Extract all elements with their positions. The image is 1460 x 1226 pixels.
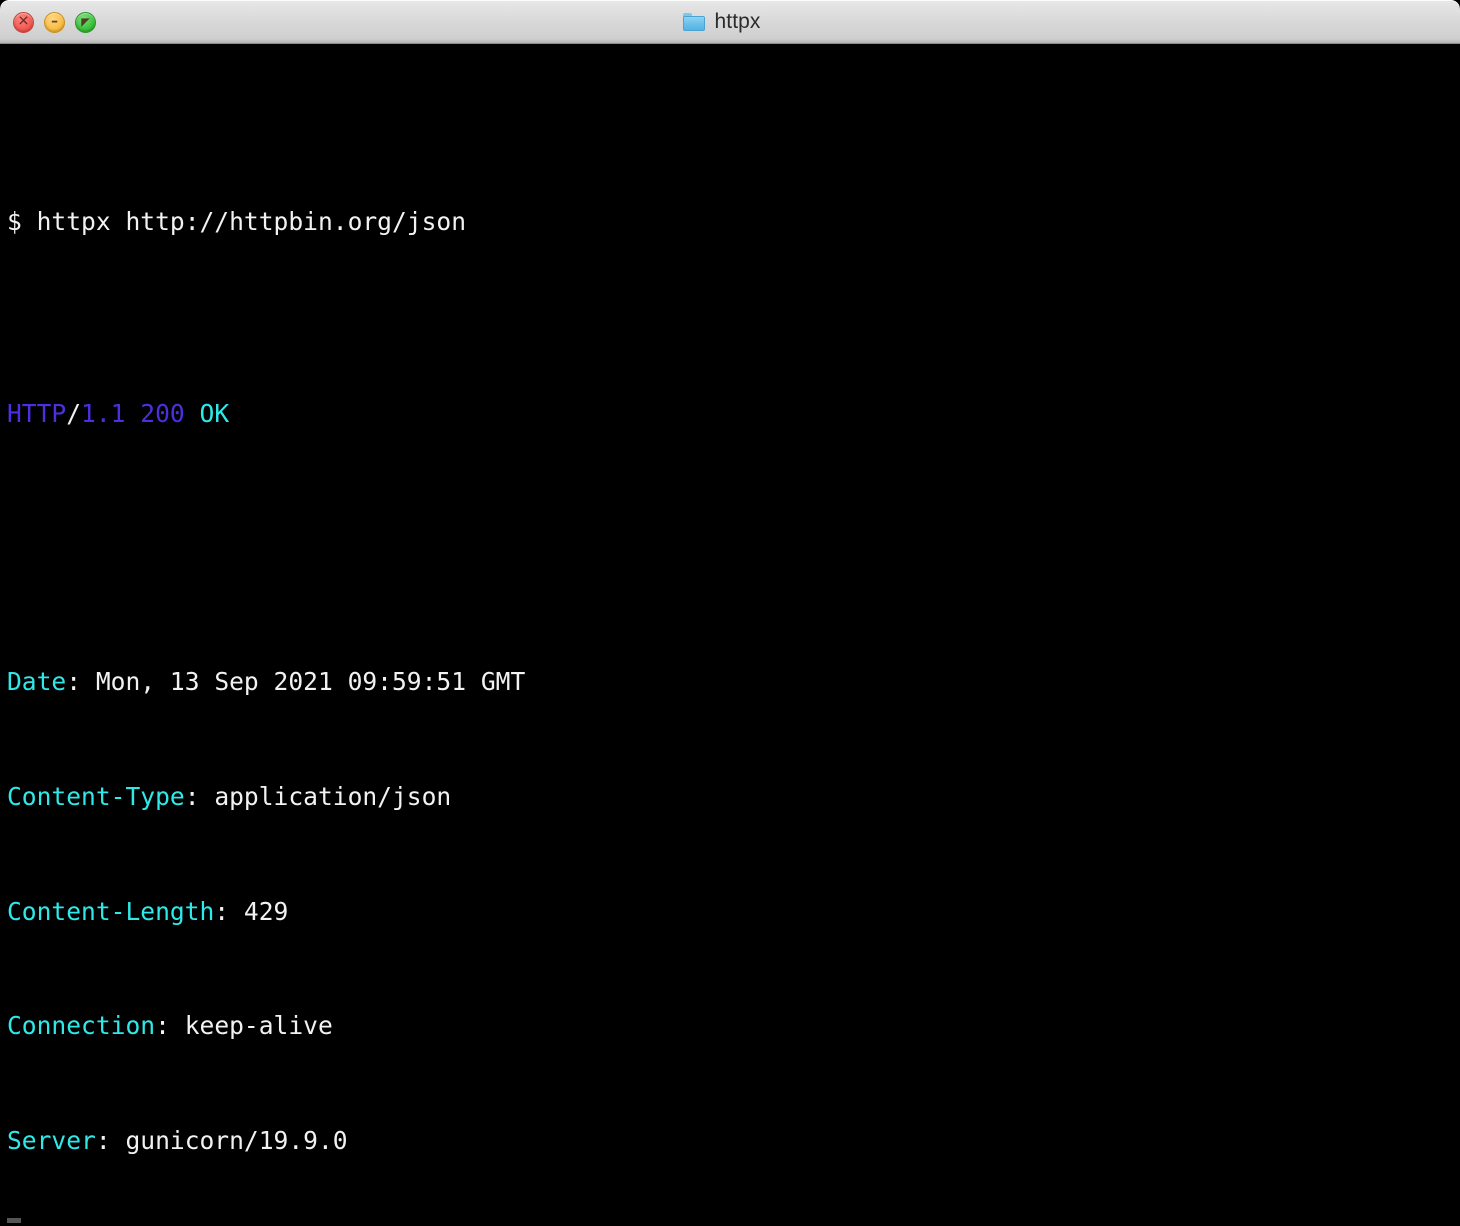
header-row: Content-Type: application/json <box>7 778 1460 816</box>
http-version-code: 1.1 200 <box>81 399 185 428</box>
http-reason: OK <box>200 399 230 428</box>
window-title-area: httpx <box>683 10 760 34</box>
minimize-icon: – <box>51 15 58 29</box>
header-name: Date <box>7 667 66 696</box>
command-text: httpx http://httpbin.org/json <box>37 207 466 236</box>
http-headers: Date: Mon, 13 Sep 2021 09:59:51 GMT Cont… <box>7 586 1460 1226</box>
header-name: Connection <box>7 1011 155 1040</box>
header-separator: : <box>185 782 215 811</box>
header-value: keep-alive <box>185 1011 333 1040</box>
header-name: Server <box>7 1126 96 1155</box>
header-value: 429 <box>244 897 288 926</box>
header-separator: : <box>155 1011 185 1040</box>
header-value: gunicorn/19.9.0 <box>125 1126 347 1155</box>
header-row: Content-Length: 429 <box>7 893 1460 931</box>
folder-icon <box>683 13 705 31</box>
http-slash: / <box>66 399 81 428</box>
maximize-icon: ◤ <box>81 16 89 27</box>
header-value: Mon, 13 Sep 2021 09:59:51 GMT <box>96 667 525 696</box>
header-separator: : <box>214 897 244 926</box>
terminal-window: ✕ – ◤ httpx $ httpx http://httpbin.org/j… <box>0 0 1460 1226</box>
http-status-line: HTTP/1.1 200 OK <box>7 395 1460 433</box>
minimize-window-button[interactable]: – <box>44 12 65 33</box>
window-title-label: httpx <box>714 10 760 34</box>
maximize-window-button[interactable]: ◤ <box>75 12 96 33</box>
terminal-cursor <box>7 1218 21 1223</box>
terminal-content[interactable]: $ httpx http://httpbin.org/json HTTP/1.1… <box>0 44 1460 1226</box>
close-window-button[interactable]: ✕ <box>13 12 34 33</box>
terminal-output: $ httpx http://httpbin.org/json HTTP/1.1… <box>7 50 1460 1226</box>
header-row: Server: gunicorn/19.9.0 <box>7 1122 1460 1160</box>
window-titlebar: ✕ – ◤ httpx <box>0 0 1460 44</box>
prompt-line: $ httpx http://httpbin.org/json <box>7 203 1460 241</box>
window-controls: ✕ – ◤ <box>13 0 96 44</box>
header-separator: : <box>66 667 96 696</box>
header-name: Content-Length <box>7 897 214 926</box>
header-row: Connection: keep-alive <box>7 1007 1460 1045</box>
close-icon: ✕ <box>18 15 30 29</box>
prompt-symbol: $ <box>7 207 22 236</box>
header-name: Content-Type <box>7 782 185 811</box>
header-row: Date: Mon, 13 Sep 2021 09:59:51 GMT <box>7 663 1460 701</box>
http-protocol: HTTP <box>7 399 66 428</box>
header-separator: : <box>96 1126 126 1155</box>
header-value: application/json <box>214 782 451 811</box>
